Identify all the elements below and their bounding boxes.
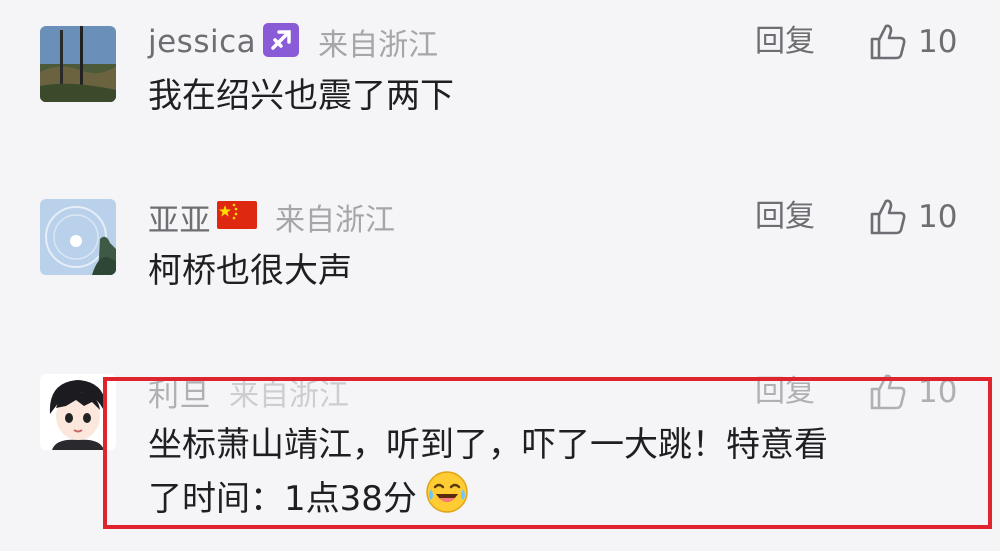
comment-text: 坐标萧山靖江，听到了，吓了一大跳！特意看 了时间：1点38分 — [148, 420, 828, 528]
location-label: 来自浙江 — [275, 203, 395, 238]
comment-item: 亚亚 来自浙江 回复 10 柯桥也很大声 — [0, 193, 1000, 303]
laughing-crying-emoji — [425, 470, 469, 528]
reply-button[interactable]: 回复 — [755, 193, 815, 241]
like-count: 10 — [918, 24, 958, 60]
reply-button[interactable]: 回复 — [755, 368, 815, 416]
comment-text: 我在绍兴也震了两下 — [148, 76, 454, 116]
like-button[interactable]: 10 — [868, 18, 957, 66]
comment-item: 利旦 来自浙江 回复 10 坐标萧山靖江，听到了，吓了一大跳！特意看 了时间：1… — [0, 368, 1000, 538]
like-count: 10 — [918, 199, 958, 235]
like-count: 10 — [918, 374, 958, 410]
username[interactable]: jessica — [148, 24, 256, 60]
location-label: 来自浙江 — [318, 28, 439, 63]
avatar[interactable] — [40, 26, 116, 102]
comment-text-tail: 了时间：1点38分 — [148, 479, 417, 519]
avatar[interactable] — [40, 374, 116, 450]
thumbs-up-icon — [870, 374, 906, 410]
sagittarius-icon — [262, 23, 300, 61]
thumbs-up-icon — [870, 24, 906, 60]
comment-text-line: 了时间：1点38分 — [148, 470, 828, 528]
comment-text: 柯桥也很大声 — [148, 251, 352, 291]
china-flag-icon — [217, 201, 257, 233]
comment-item: jessica 来自浙江 回复 10 我在绍兴也震了两下 — [0, 18, 1000, 128]
like-button[interactable]: 10 — [868, 193, 957, 241]
comment-text-line: 坐标萧山靖江，听到了，吓了一大跳！特意看 — [148, 425, 828, 465]
username[interactable]: 亚亚 — [148, 195, 211, 240]
reply-button[interactable]: 回复 — [755, 18, 815, 66]
thumbs-up-icon — [870, 199, 906, 235]
avatar[interactable] — [40, 199, 116, 275]
like-button[interactable]: 10 — [868, 368, 957, 416]
location-label: 来自浙江 — [229, 378, 349, 413]
username[interactable]: 利旦 — [148, 370, 211, 415]
